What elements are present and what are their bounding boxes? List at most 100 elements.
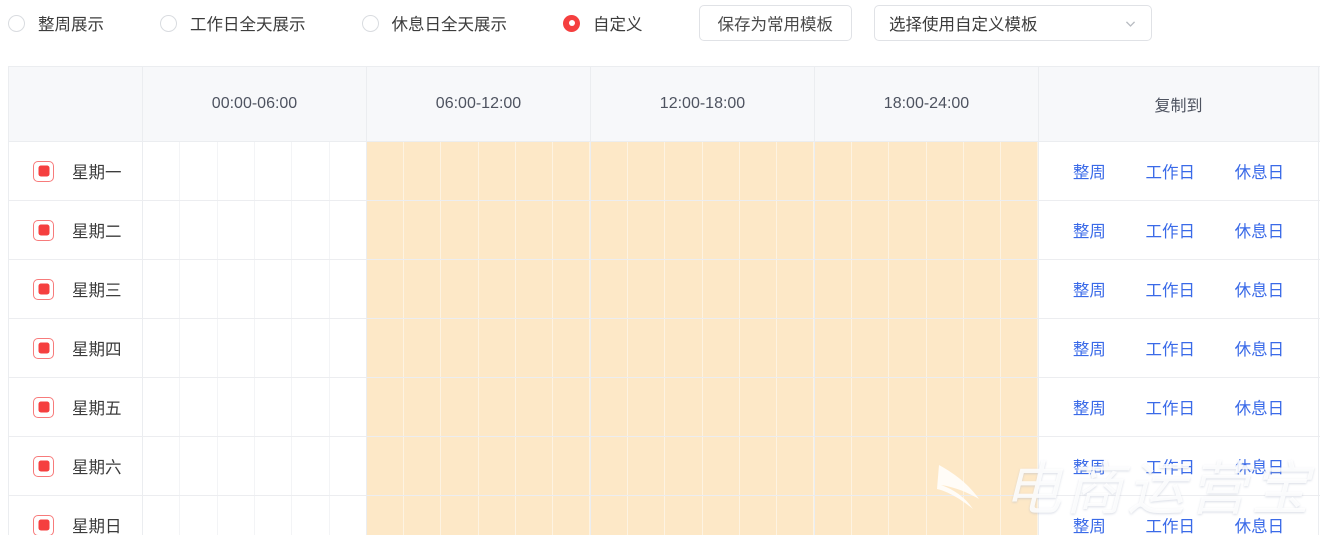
hour-cell[interactable]: [552, 260, 591, 318]
time-block-cell[interactable]: [815, 496, 1039, 535]
time-block-cell[interactable]: [367, 378, 591, 436]
radio-option-custom[interactable]: 自定义: [563, 0, 643, 46]
hour-cell[interactable]: [852, 378, 890, 436]
hour-cell[interactable]: [1000, 260, 1039, 318]
hour-cell[interactable]: [815, 496, 853, 535]
time-block-cell[interactable]: [815, 437, 1039, 495]
hour-cell[interactable]: [963, 378, 1001, 436]
hour-cell[interactable]: [292, 437, 330, 495]
hour-cell[interactable]: [329, 260, 366, 318]
hour-cell[interactable]: [926, 378, 964, 436]
time-block-cell[interactable]: [815, 378, 1039, 436]
time-block-cell[interactable]: [591, 319, 815, 377]
hour-cell[interactable]: [292, 260, 330, 318]
day-checkbox[interactable]: [33, 278, 54, 300]
hour-cell[interactable]: [180, 142, 218, 200]
hour-cell[interactable]: [217, 201, 255, 259]
hour-cell[interactable]: [515, 437, 553, 495]
hour-cell[interactable]: [515, 201, 553, 259]
hour-cell[interactable]: [441, 496, 479, 535]
day-checkbox[interactable]: [33, 337, 54, 359]
time-block-cell[interactable]: [367, 201, 591, 259]
hour-cell[interactable]: [852, 201, 890, 259]
hour-cell[interactable]: [739, 437, 777, 495]
hour-cell[interactable]: [739, 142, 777, 200]
copy-to-link[interactable]: 工作日: [1145, 218, 1195, 242]
hour-cell[interactable]: [254, 201, 293, 259]
copy-to-link[interactable]: 工作日: [1145, 454, 1195, 478]
time-block-cell[interactable]: [143, 378, 367, 436]
hour-cell[interactable]: [815, 378, 853, 436]
copy-to-link[interactable]: 工作日: [1145, 159, 1195, 183]
hour-cell[interactable]: [143, 260, 181, 318]
hour-cell[interactable]: [852, 142, 890, 200]
hour-cell[interactable]: [441, 378, 479, 436]
hour-cell[interactable]: [776, 496, 815, 535]
time-block-cell[interactable]: [367, 319, 591, 377]
hour-cell[interactable]: [889, 201, 927, 259]
hour-cell[interactable]: [404, 142, 442, 200]
hour-cell[interactable]: [404, 437, 442, 495]
hour-cell[interactable]: [180, 378, 218, 436]
hour-cell[interactable]: [254, 378, 293, 436]
copy-to-link[interactable]: 休息日: [1235, 513, 1285, 535]
hour-cell[interactable]: [926, 260, 964, 318]
hour-cell[interactable]: [852, 496, 890, 535]
hour-cell[interactable]: [665, 437, 703, 495]
copy-to-link[interactable]: 休息日: [1235, 159, 1285, 183]
hour-cell[interactable]: [665, 378, 703, 436]
time-block-cell[interactable]: [591, 260, 815, 318]
hour-cell[interactable]: [665, 260, 703, 318]
template-select[interactable]: 选择使用自定义模板: [874, 5, 1152, 41]
hour-cell[interactable]: [552, 378, 591, 436]
hour-cell[interactable]: [180, 319, 218, 377]
hour-cell[interactable]: [254, 142, 293, 200]
hour-cell[interactable]: [329, 201, 366, 259]
copy-to-link[interactable]: 整周: [1073, 513, 1106, 535]
hour-cell[interactable]: [515, 319, 553, 377]
hour-cell[interactable]: [926, 496, 964, 535]
hour-cell[interactable]: [441, 437, 479, 495]
hour-cell[interactable]: [552, 201, 591, 259]
hour-cell[interactable]: [702, 260, 740, 318]
hour-cell[interactable]: [776, 378, 815, 436]
hour-cell[interactable]: [963, 142, 1001, 200]
copy-to-link[interactable]: 工作日: [1145, 277, 1195, 301]
hour-cell[interactable]: [254, 260, 293, 318]
hour-cell[interactable]: [702, 378, 740, 436]
hour-cell[interactable]: [702, 201, 740, 259]
hour-cell[interactable]: [665, 142, 703, 200]
hour-cell[interactable]: [591, 201, 629, 259]
hour-cell[interactable]: [217, 496, 255, 535]
hour-cell[interactable]: [217, 319, 255, 377]
day-checkbox[interactable]: [33, 455, 54, 477]
hour-cell[interactable]: [180, 437, 218, 495]
hour-cell[interactable]: [441, 142, 479, 200]
hour-cell[interactable]: [702, 142, 740, 200]
hour-cell[interactable]: [292, 142, 330, 200]
copy-to-link[interactable]: 整周: [1073, 454, 1106, 478]
copy-to-link[interactable]: 整周: [1073, 336, 1106, 360]
hour-cell[interactable]: [1000, 437, 1039, 495]
hour-cell[interactable]: [478, 496, 516, 535]
hour-cell[interactable]: [591, 378, 629, 436]
radio-indicator-weekday-allday[interactable]: [160, 14, 177, 32]
hour-cell[interactable]: [852, 260, 890, 318]
hour-cell[interactable]: [963, 319, 1001, 377]
hour-cell[interactable]: [815, 319, 853, 377]
hour-cell[interactable]: [889, 260, 927, 318]
copy-to-link[interactable]: 整周: [1073, 395, 1106, 419]
hour-cell[interactable]: [143, 142, 181, 200]
copy-to-link[interactable]: 工作日: [1145, 336, 1195, 360]
hour-cell[interactable]: [143, 378, 181, 436]
hour-cell[interactable]: [739, 319, 777, 377]
hour-cell[interactable]: [478, 437, 516, 495]
hour-cell[interactable]: [329, 319, 366, 377]
hour-cell[interactable]: [292, 201, 330, 259]
hour-cell[interactable]: [776, 201, 815, 259]
time-block-cell[interactable]: [815, 319, 1039, 377]
hour-cell[interactable]: [628, 319, 666, 377]
hour-cell[interactable]: [478, 319, 516, 377]
hour-cell[interactable]: [404, 378, 442, 436]
hour-cell[interactable]: [515, 260, 553, 318]
